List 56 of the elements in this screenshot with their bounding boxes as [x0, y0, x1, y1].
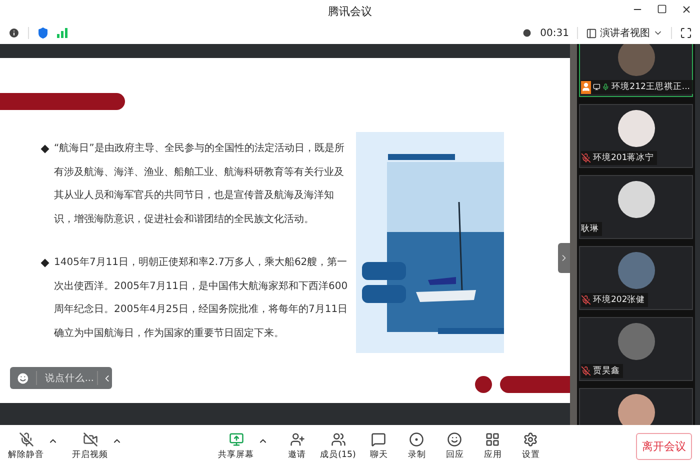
shield-icon[interactable]	[37, 27, 49, 39]
smiley-icon	[447, 432, 462, 446]
add-person-icon	[290, 432, 305, 446]
leave-meeting-button[interactable]: 离开会议	[636, 432, 692, 460]
meeting-timer: 00:31	[540, 28, 569, 38]
camera-off-icon	[82, 432, 98, 446]
mic-muted-icon	[18, 432, 34, 446]
record-icon	[409, 432, 424, 446]
expand-handle[interactable]	[558, 243, 570, 273]
toolbar-button[interactable]: 聊天	[364, 432, 394, 460]
toolbar-button[interactable]: 共享屏幕	[218, 432, 254, 460]
toolbar-button[interactable]: 邀请	[282, 432, 312, 460]
toolbar-button[interactable]: 回应	[440, 432, 470, 460]
chat-input-bar[interactable]: 说点什么...	[10, 367, 112, 389]
toolbar-button[interactable]: 解除静音	[8, 432, 44, 460]
toolbar-button[interactable]: 应用	[478, 432, 508, 460]
footer-bar	[500, 376, 570, 393]
bullet-icon	[40, 144, 50, 154]
participant-name: 环境202张健	[593, 294, 646, 306]
participant-tile[interactable]: 环境212王思祺正...	[579, 44, 693, 97]
share-screen-icon	[228, 432, 244, 446]
avatar	[618, 252, 654, 289]
round-decoration	[475, 376, 492, 393]
avatar	[618, 110, 654, 147]
bullet-icon	[40, 258, 50, 268]
toolbar-button[interactable]: 成员(15)	[320, 432, 356, 460]
toolbar-button[interactable]: 设置	[516, 432, 546, 460]
toolbar-button[interactable]: 开启视频	[72, 432, 108, 460]
avatar	[618, 323, 654, 360]
emoji-icon[interactable]	[16, 370, 30, 386]
participant-tile[interactable]: 环境201蒋冰宁	[579, 104, 693, 168]
toolbar-button[interactable]: 录制	[402, 432, 432, 460]
close-icon[interactable]	[681, 4, 692, 15]
participant-name: 耿琳	[581, 223, 599, 235]
slide-paragraph: “航海日”是由政府主导、全民参与的全国性的法定活动日，既是所有涉及航海、海洋、渔业、船舶工业、航海科研教育等有关行业及其从业人员和海军官兵的共同节日，也是宣传普及航海及海洋知识，增强海防意识，促进社会和谐团结的全民族文化活动。	[54, 142, 346, 226]
people-icon	[330, 432, 346, 446]
participant-name: 环境212王思祺正...	[612, 81, 690, 93]
layout-icon	[586, 28, 597, 38]
maximize-icon[interactable]	[657, 4, 667, 14]
avatar	[618, 394, 654, 425]
info-icon[interactable]	[8, 27, 20, 39]
slide-paragraph: 1405年7月11日，明朝正使郑和率2.7万多人，乘大船62艘，第一次出使西洋。2005年7月11日，是中国伟大航海家郑和下西洋600周年纪念日。2005年4月25日，经国务院批准，将每年的7月11日确立为中国航海日，作为国家的重要节日固定下来。	[54, 256, 349, 340]
participant-tile[interactable]: 环境202张健	[579, 246, 693, 310]
participant-tile[interactable]: 耿琳	[579, 175, 693, 239]
avatar	[618, 181, 654, 218]
fullscreen-icon[interactable]	[680, 27, 692, 39]
participant-name: 环境201蒋冰宁	[593, 152, 654, 164]
chat-icon	[371, 432, 386, 446]
settings-icon	[523, 432, 538, 446]
grid-icon	[485, 432, 500, 446]
avatar	[618, 44, 654, 76]
window-title: 腾讯会议	[328, 4, 372, 18]
view-mode-button[interactable]: 演讲者视图	[586, 26, 663, 40]
participant-tile[interactable]: 贾昊鑫	[579, 317, 693, 381]
participant-name: 贾昊鑫	[593, 365, 620, 377]
chat-input-field[interactable]: 说点什么...	[36, 371, 98, 385]
